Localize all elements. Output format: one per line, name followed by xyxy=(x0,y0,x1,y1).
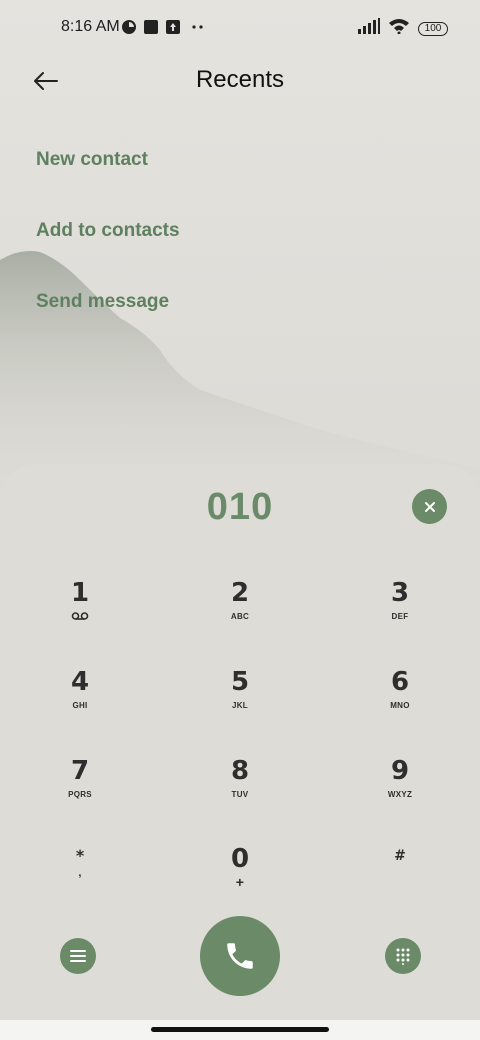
key-8[interactable]: 8 TUV xyxy=(180,756,300,826)
key-3[interactable]: 3 DEF xyxy=(340,578,460,648)
key-letters: PQRS xyxy=(68,790,92,799)
key-digit: * xyxy=(75,846,85,865)
menu-button[interactable] xyxy=(60,938,96,974)
dialpad-toggle-button[interactable] xyxy=(385,938,421,974)
key-hash[interactable]: # xyxy=(340,848,460,918)
key-letters: DEF xyxy=(391,612,409,621)
menu-icon xyxy=(70,950,86,962)
key-letters: TUV xyxy=(231,790,249,799)
key-digit: 6 xyxy=(390,667,410,697)
key-letters: ABC xyxy=(230,612,250,621)
wifi-icon xyxy=(388,18,410,39)
call-button[interactable] xyxy=(200,916,280,996)
signal-icon xyxy=(358,18,380,39)
more-dots-icon xyxy=(190,19,206,35)
upload-icon xyxy=(165,19,181,35)
close-icon xyxy=(424,501,435,512)
key-digit: 3 xyxy=(390,578,410,608)
app-badge-icon xyxy=(121,19,137,35)
key-5[interactable]: 5 JKL xyxy=(180,667,300,737)
key-digit: 1 xyxy=(70,578,90,608)
dialed-number: 010 xyxy=(206,486,274,528)
key-9[interactable]: 9 WXYZ xyxy=(340,756,460,826)
status-right-group: 100 xyxy=(358,18,448,39)
key-letters: + xyxy=(235,874,245,890)
new-contact-link[interactable]: New contact xyxy=(36,149,148,171)
key-digit: 0 xyxy=(230,844,250,874)
battery-icon: 100 xyxy=(418,21,448,36)
key-letters: GHI xyxy=(72,701,88,710)
key-6[interactable]: 6 MNO xyxy=(340,667,460,737)
add-to-contacts-link[interactable]: Add to contacts xyxy=(36,220,180,242)
page-title: Recents xyxy=(195,66,285,93)
key-digit: 7 xyxy=(70,756,90,786)
clear-button[interactable] xyxy=(412,489,447,524)
key-digit: 8 xyxy=(230,756,250,786)
key-1[interactable]: 1 xyxy=(20,578,140,648)
key-digit: 4 xyxy=(70,667,90,697)
phone-icon xyxy=(227,943,253,969)
key-0[interactable]: 0 + xyxy=(180,844,300,914)
key-digit: 9 xyxy=(390,756,410,786)
dialpad-icon xyxy=(396,948,410,965)
status-time: 8:16 AM xyxy=(61,18,120,35)
key-7[interactable]: 7 PQRS xyxy=(20,756,140,826)
key-digit: 5 xyxy=(230,667,250,697)
send-message-link[interactable]: Send message xyxy=(36,291,169,313)
square-notification-icon xyxy=(143,19,159,35)
key-2[interactable]: 2 ABC xyxy=(180,578,300,648)
key-letters: , xyxy=(78,867,82,879)
key-digit: # xyxy=(394,848,406,864)
voicemail-icon xyxy=(71,612,89,620)
key-star[interactable]: * , xyxy=(20,846,140,916)
key-letters: WXYZ xyxy=(387,790,413,799)
mountain-wallpaper-image xyxy=(0,251,480,500)
key-4[interactable]: 4 GHI xyxy=(20,667,140,737)
status-bar: 8:16 AM 100 xyxy=(0,0,480,56)
key-digit: 2 xyxy=(230,578,250,608)
home-indicator[interactable] xyxy=(151,1027,329,1032)
key-letters: JKL xyxy=(231,701,248,710)
key-letters: MNO xyxy=(390,701,410,710)
